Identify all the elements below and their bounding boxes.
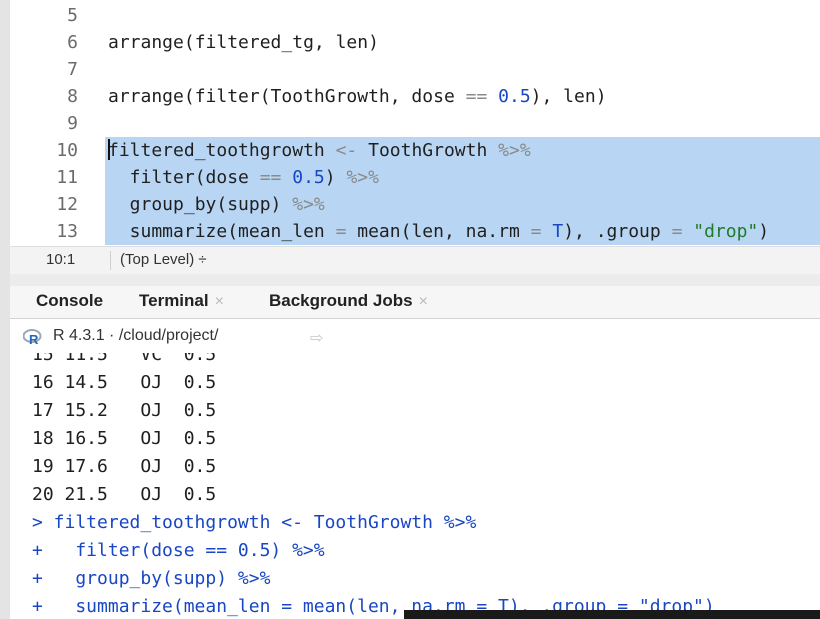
console-output-line: 17 15.2 OJ 0.5 <box>32 400 217 421</box>
console-output-line: 18 16.5 OJ 0.5 <box>32 428 217 449</box>
code-token: group_by(supp) <box>108 194 293 215</box>
code-token: ) <box>758 221 770 242</box>
overlay-bar <box>404 610 820 619</box>
editor-line[interactable]: 6 arrange(filtered_tg, len) <box>10 29 820 56</box>
code-token: == <box>465 86 488 107</box>
r-logo-icon: R <box>23 329 42 345</box>
line-number: 12 <box>56 194 78 215</box>
code-text: filter(dose == 0.5) %>% <box>105 164 820 191</box>
console-working-dir: R 4.3.1 · /cloud/project/ <box>53 327 218 345</box>
tab-console[interactable]: Console <box>36 291 103 311</box>
editor-line[interactable]: 12 group_by(supp) %>% <box>10 191 820 218</box>
line-number: 7 <box>67 59 78 80</box>
line-number: 8 <box>67 86 78 107</box>
working-directory: · /cloud/project/ <box>104 327 219 344</box>
console-output-line: 19 17.6 OJ 0.5 <box>32 456 217 477</box>
code-token: summarize(mean_len <box>108 221 336 242</box>
line-number: 10 <box>56 140 78 161</box>
status-divider <box>110 251 111 270</box>
editor-line[interactable]: 13 summarize(mean_len = mean(len, na.rm … <box>10 218 820 245</box>
editor-status-bar: 10:1 (Top Level) ÷ <box>10 246 820 275</box>
line-number: 5 <box>67 5 78 26</box>
tab-terminal[interactable]: Terminal × <box>139 291 224 311</box>
code-token: ), len) <box>530 86 607 107</box>
code-token: "drop" <box>693 221 759 242</box>
pane-splitter[interactable] <box>10 274 820 286</box>
editor-line[interactable]: 10 filtered_toothgrowth <- ToothGrowth %>… <box>10 137 820 164</box>
code-token: %>% <box>292 194 325 215</box>
r-version: R 4.3.1 <box>53 327 105 344</box>
tab-console-label: Console <box>36 291 104 310</box>
code-token: ), .group <box>563 221 672 242</box>
editor-line[interactable]: 5 <box>10 2 820 29</box>
code-token: arrange(filter(ToothGrowth, dose <box>108 86 466 107</box>
console-output-line: 15 11.5 VC 0.5 <box>32 353 217 365</box>
tab-background-jobs[interactable]: Background Jobs × <box>269 291 428 311</box>
code-text: arrange(filtered_tg, len) <box>105 29 820 56</box>
arrow-goto-icon[interactable]: ⇨ <box>310 328 323 348</box>
code-token: filtered_toothgrowth <box>108 140 336 161</box>
svg-text:R: R <box>29 332 39 345</box>
code-token: %>% <box>498 140 531 161</box>
code-token: ToothGrowth <box>357 140 499 161</box>
editor-line[interactable]: 11 filter(dose == 0.5) %>% <box>10 164 820 191</box>
scope-selector[interactable]: (Top Level) ÷ <box>120 251 207 268</box>
cursor-position: 10:1 <box>46 251 76 268</box>
line-number: 11 <box>56 167 78 188</box>
console-output-line: 16 14.5 OJ 0.5 <box>32 372 217 393</box>
close-icon[interactable]: × <box>215 293 224 310</box>
code-token: arrange(filtered_tg, len) <box>108 32 379 53</box>
code-token: filter(dose <box>108 167 260 188</box>
code-token: == <box>259 167 282 188</box>
code-token: T <box>552 221 564 242</box>
code-token: = <box>671 221 683 242</box>
console-command-line: + group_by(supp) %>% <box>32 568 271 589</box>
code-text: group_by(supp) %>% <box>105 191 820 218</box>
editor-line[interactable]: 8 arrange(filter(ToothGrowth, dose == 0.5… <box>10 83 820 110</box>
console-header: R R 4.3.1 · /cloud/project/ ⇨ <box>10 319 820 353</box>
console-output-line: 20 21.5 OJ 0.5 <box>32 484 217 505</box>
code-token: <- <box>335 140 358 161</box>
code-token: 0.5 <box>498 86 531 107</box>
console-tabs: Console Terminal × Background Jobs × <box>10 286 820 319</box>
close-icon[interactable]: × <box>419 293 428 310</box>
code-token: %>% <box>346 167 379 188</box>
code-token: 0.5 <box>292 167 325 188</box>
tab-background-jobs-label: Background Jobs <box>269 291 413 310</box>
line-number: 6 <box>67 32 78 53</box>
code-token: = <box>530 221 542 242</box>
tab-terminal-label: Terminal <box>139 291 209 310</box>
code-token: mean(len, na.rm <box>346 221 531 242</box>
code-token: ) <box>324 167 347 188</box>
source-editor[interactable]: 5 6 arrange(filtered_tg, len) 7 8 arrange(fil… <box>10 0 820 246</box>
code-token: = <box>335 221 347 242</box>
code-text: arrange(filter(ToothGrowth, dose == 0.5)… <box>105 83 820 110</box>
line-number: 9 <box>67 113 78 134</box>
console-command-line: > filtered_toothgrowth <- ToothGrowth %>… <box>32 512 477 533</box>
line-number: 13 <box>56 221 78 242</box>
console-command-line: + filter(dose == 0.5) %>% <box>32 540 325 561</box>
editor-line[interactable]: 9 <box>10 110 820 137</box>
editor-line[interactable]: 7 <box>10 56 820 83</box>
console-output[interactable]: 15 11.5 VC 0.5 16 14.5 OJ 0.5 17 15.2 OJ 0… <box>10 353 820 619</box>
code-text: summarize(mean_len = mean(len, na.rm = T… <box>105 218 820 245</box>
code-text: filtered_toothgrowth <- ToothGrowth %>% <box>105 137 820 164</box>
